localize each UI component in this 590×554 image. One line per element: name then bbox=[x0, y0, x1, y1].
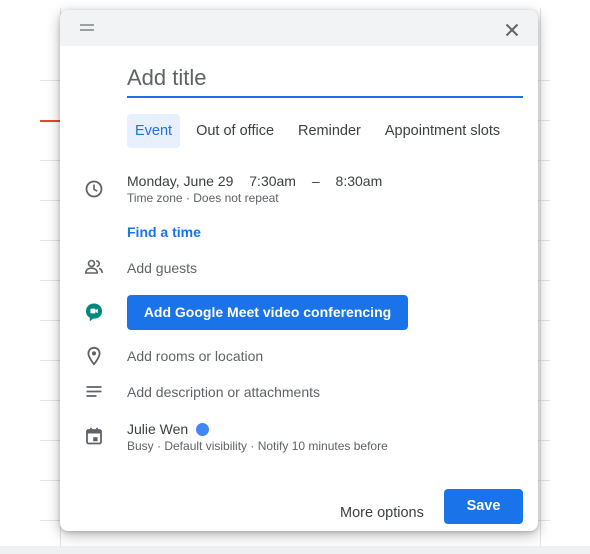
event-title-input[interactable] bbox=[127, 64, 523, 98]
calendar-icon bbox=[86, 427, 102, 445]
add-guests-field[interactable]: Add guests bbox=[127, 260, 197, 276]
background-footer-strip bbox=[0, 546, 590, 554]
tab-out-of-office[interactable]: Out of office bbox=[188, 114, 282, 148]
event-datetime: Monday, June 29 7:30am – 8:30am bbox=[127, 173, 394, 189]
grid-line bbox=[540, 8, 541, 546]
dialog-header bbox=[60, 10, 538, 46]
find-a-time-link[interactable]: Find a time bbox=[127, 224, 201, 240]
location-pin-icon bbox=[87, 346, 101, 366]
event-start-time[interactable]: 7:30am bbox=[249, 173, 296, 189]
event-end-time[interactable]: 8:30am bbox=[336, 173, 383, 189]
save-button[interactable]: Save bbox=[444, 489, 523, 524]
event-date[interactable]: Monday, June 29 bbox=[127, 173, 233, 189]
calendar-owner-row[interactable]: Julie Wen bbox=[127, 421, 210, 437]
people-icon bbox=[84, 259, 103, 274]
time-separator: – bbox=[311, 173, 320, 189]
tab-reminder[interactable]: Reminder bbox=[290, 114, 369, 148]
add-location-field[interactable]: Add rooms or location bbox=[127, 348, 263, 364]
time-zone-repeat-details[interactable]: Time zone · Does not repeat bbox=[127, 191, 279, 205]
notes-icon bbox=[86, 386, 102, 397]
calendar-owner-name: Julie Wen bbox=[127, 421, 189, 437]
calendar-color-dot[interactable] bbox=[196, 423, 210, 436]
more-options-button[interactable]: More options bbox=[330, 495, 434, 531]
add-google-meet-button[interactable]: Add Google Meet video conferencing bbox=[127, 295, 408, 330]
google-meet-icon bbox=[86, 303, 102, 322]
close-button[interactable] bbox=[500, 18, 524, 42]
add-description-field[interactable]: Add description or attachments bbox=[127, 384, 320, 400]
calendar-event-details[interactable]: Busy · Default visibility · Notify 10 mi… bbox=[127, 439, 388, 453]
quick-event-dialog: Event Out of office Reminder Appointment… bbox=[60, 10, 538, 531]
event-type-tabs: Event Out of office Reminder Appointment… bbox=[127, 114, 516, 150]
tab-appointment-slots[interactable]: Appointment slots bbox=[377, 114, 508, 148]
tab-event[interactable]: Event bbox=[127, 114, 181, 148]
clock-icon bbox=[85, 180, 103, 198]
drag-handle-icon[interactable] bbox=[80, 24, 96, 32]
close-icon bbox=[505, 23, 519, 37]
